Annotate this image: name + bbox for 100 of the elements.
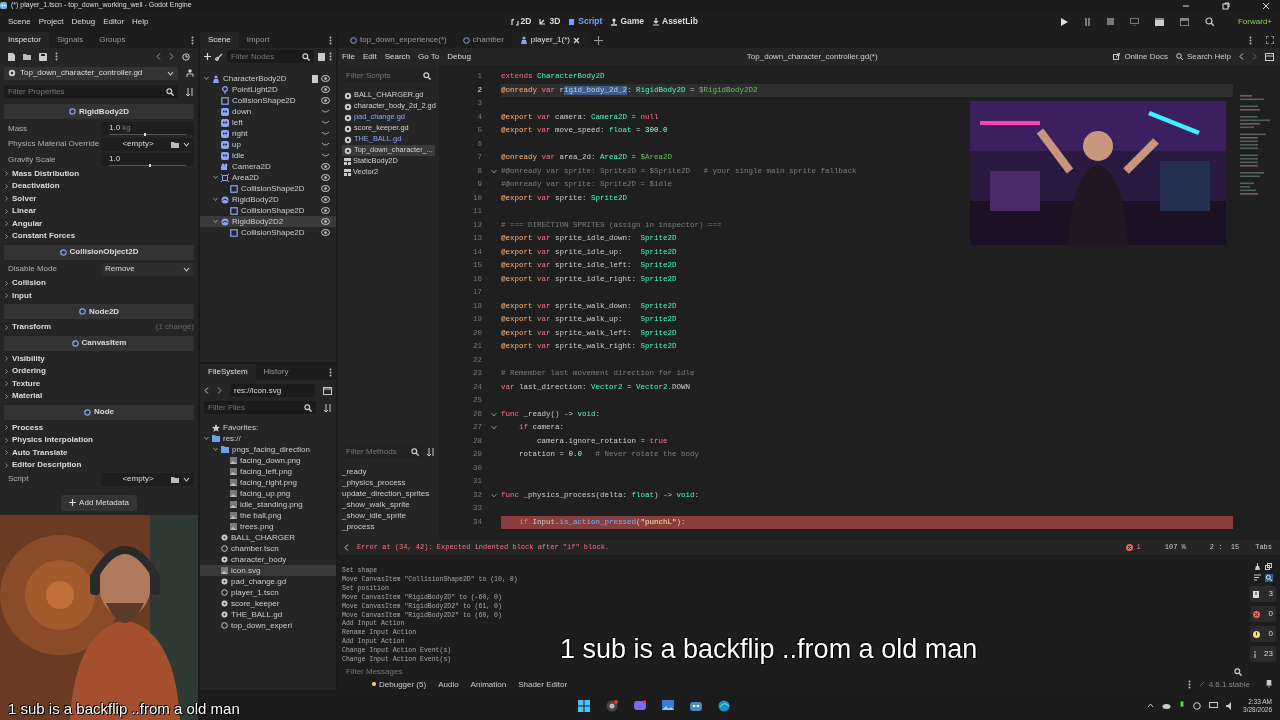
number-field[interactable]: 1.0 <box>101 153 194 167</box>
editor-tab[interactable]: chamber <box>454 32 512 48</box>
new-file-icon[interactable] <box>8 52 15 61</box>
menu-item[interactable]: Go To <box>414 51 444 62</box>
forward-icon[interactable] <box>217 387 222 394</box>
close-icon[interactable] <box>573 36 580 44</box>
tree-item[interactable]: CharacterBody2D <box>200 73 336 84</box>
group-label[interactable]: Input <box>12 290 32 301</box>
asset-entry[interactable]: pngs_facing_direction <box>200 444 336 455</box>
link-icon[interactable] <box>215 52 223 61</box>
back-icon[interactable] <box>1239 53 1244 60</box>
fullscreen-icon[interactable] <box>1266 36 1274 44</box>
asset-entry[interactable]: idle_standing.png <box>200 499 336 510</box>
collapse-left-icon[interactable] <box>344 544 349 551</box>
forward-icon[interactable] <box>169 53 174 60</box>
workspace-tab[interactable]: Script <box>564 14 607 29</box>
pause-icon[interactable] <box>1084 17 1091 26</box>
plus-icon[interactable] <box>204 53 211 60</box>
eye-icon[interactable] <box>321 86 330 93</box>
method-item[interactable]: _physics_process <box>338 477 439 488</box>
closed-eye-icon[interactable] <box>321 108 330 115</box>
tree-item[interactable]: Camera2D <box>200 161 336 172</box>
more-icon[interactable] <box>191 35 194 45</box>
tree-item[interactable]: CollisionShape2D <box>200 205 336 216</box>
copy-icon[interactable] <box>1265 563 1272 570</box>
tree-item[interactable]: PointLight2D <box>200 84 336 95</box>
resource-picker[interactable]: <empty> <box>101 472 194 486</box>
more-icon[interactable] <box>329 35 332 45</box>
clear-icon[interactable] <box>1254 563 1261 570</box>
slider-thumb[interactable] <box>149 163 152 167</box>
asset-entry[interactable]: chamber.tscn <box>200 543 336 554</box>
tree-item[interactable]: up <box>200 139 336 150</box>
asset-entry[interactable]: player_1.tscn <box>200 587 336 598</box>
filter-field[interactable]: Filter Files <box>204 401 316 414</box>
dock-tab[interactable]: History <box>255 364 297 380</box>
workspace-tab[interactable]: AssetLib <box>648 14 702 29</box>
group-label[interactable]: Angular <box>12 218 43 229</box>
menu-item[interactable]: Search <box>380 51 415 62</box>
tree-item[interactable]: CollisionShape2D <box>200 183 336 194</box>
slider-thumb[interactable] <box>143 132 146 136</box>
group-label[interactable]: Physics Interpolation <box>12 435 93 446</box>
dock-tab[interactable]: Scene <box>200 32 239 48</box>
script-selector[interactable]: Top_down_character_controller.gd <box>4 66 178 80</box>
panel-tab[interactable]: Animation <box>464 678 513 690</box>
editor-tab[interactable]: top_down_experience(*) <box>342 32 455 48</box>
close-icon[interactable] <box>1262 1 1270 10</box>
tree-item[interactable]: Area2D <box>200 172 336 183</box>
tree-item[interactable]: idle <box>200 150 336 161</box>
eye-icon[interactable] <box>321 163 330 170</box>
group-label[interactable]: Constant Forces <box>12 231 76 242</box>
search-help-link[interactable]: Search Help <box>1175 51 1231 62</box>
message-filter-button[interactable]: 0 <box>1250 626 1276 642</box>
dock-tab[interactable]: Signals <box>48 32 92 48</box>
script-icon[interactable] <box>312 74 318 83</box>
asset-entry[interactable]: score_keeper <box>200 598 336 609</box>
group-label[interactable]: Ordering <box>12 366 46 377</box>
method-item[interactable]: _process <box>338 521 439 532</box>
restore-icon[interactable] <box>1222 1 1230 10</box>
method-item[interactable]: _show_idle_sprite <box>338 510 439 521</box>
search-icon[interactable] <box>1264 574 1273 582</box>
filter-field[interactable]: Filter Messages <box>342 665 1246 679</box>
magnifier-icon[interactable] <box>1205 17 1214 26</box>
message-filter-button[interactable]: 23 <box>1250 646 1276 662</box>
workspace-tab[interactable]: 2D <box>506 14 536 29</box>
workspace-tab[interactable]: Game <box>606 14 648 29</box>
dock-tab[interactable]: Inspector <box>0 32 49 48</box>
more-icon[interactable] <box>55 52 58 61</box>
folder-icon[interactable] <box>171 475 179 483</box>
filter-field[interactable]: Filter Scripts <box>342 69 435 82</box>
method-item[interactable]: update_direction_sprites <box>338 488 439 499</box>
group-label[interactable]: Mass Distribution <box>12 168 80 179</box>
eye-icon[interactable] <box>321 174 330 181</box>
more-icon[interactable] <box>329 52 332 61</box>
filter-field[interactable]: Filter Methods <box>342 445 423 458</box>
folder-icon[interactable] <box>171 140 179 148</box>
start-icon[interactable] <box>578 699 590 712</box>
menu-item[interactable]: Project <box>34 16 68 27</box>
group-label[interactable]: Transform <box>12 322 52 333</box>
asset-entry[interactable]: BALL_CHARGER <box>200 532 336 543</box>
tree-item[interactable]: CollisionShape2D <box>200 95 336 106</box>
more-icon[interactable] <box>1249 35 1252 45</box>
group-label[interactable]: Auto Translate <box>12 447 68 458</box>
panel-icon[interactable] <box>1265 52 1274 61</box>
menu-item[interactable]: Edit <box>358 51 381 62</box>
panel-tab[interactable]: Audio <box>432 678 465 690</box>
group-label[interactable]: Linear <box>12 206 36 217</box>
add-metadata-button[interactable]: Add Metadata <box>61 495 137 511</box>
dock-tab[interactable]: FileSystem <box>200 364 256 380</box>
history-icon[interactable] <box>182 52 190 61</box>
save-icon[interactable] <box>39 52 47 61</box>
eye-icon[interactable] <box>321 218 330 225</box>
browser-icon[interactable] <box>606 699 618 712</box>
tree-item[interactable]: RigidBody2D <box>200 194 336 205</box>
message-filter-button[interactable]: 3 <box>1250 586 1276 602</box>
sort-icon[interactable] <box>324 403 332 412</box>
menu-item[interactable]: Editor <box>99 16 129 27</box>
filter-lines-icon[interactable] <box>1253 574 1261 581</box>
script-icon[interactable] <box>318 52 325 61</box>
eye-icon[interactable] <box>321 185 330 192</box>
asset-entry[interactable]: icon.svg <box>200 565 336 576</box>
